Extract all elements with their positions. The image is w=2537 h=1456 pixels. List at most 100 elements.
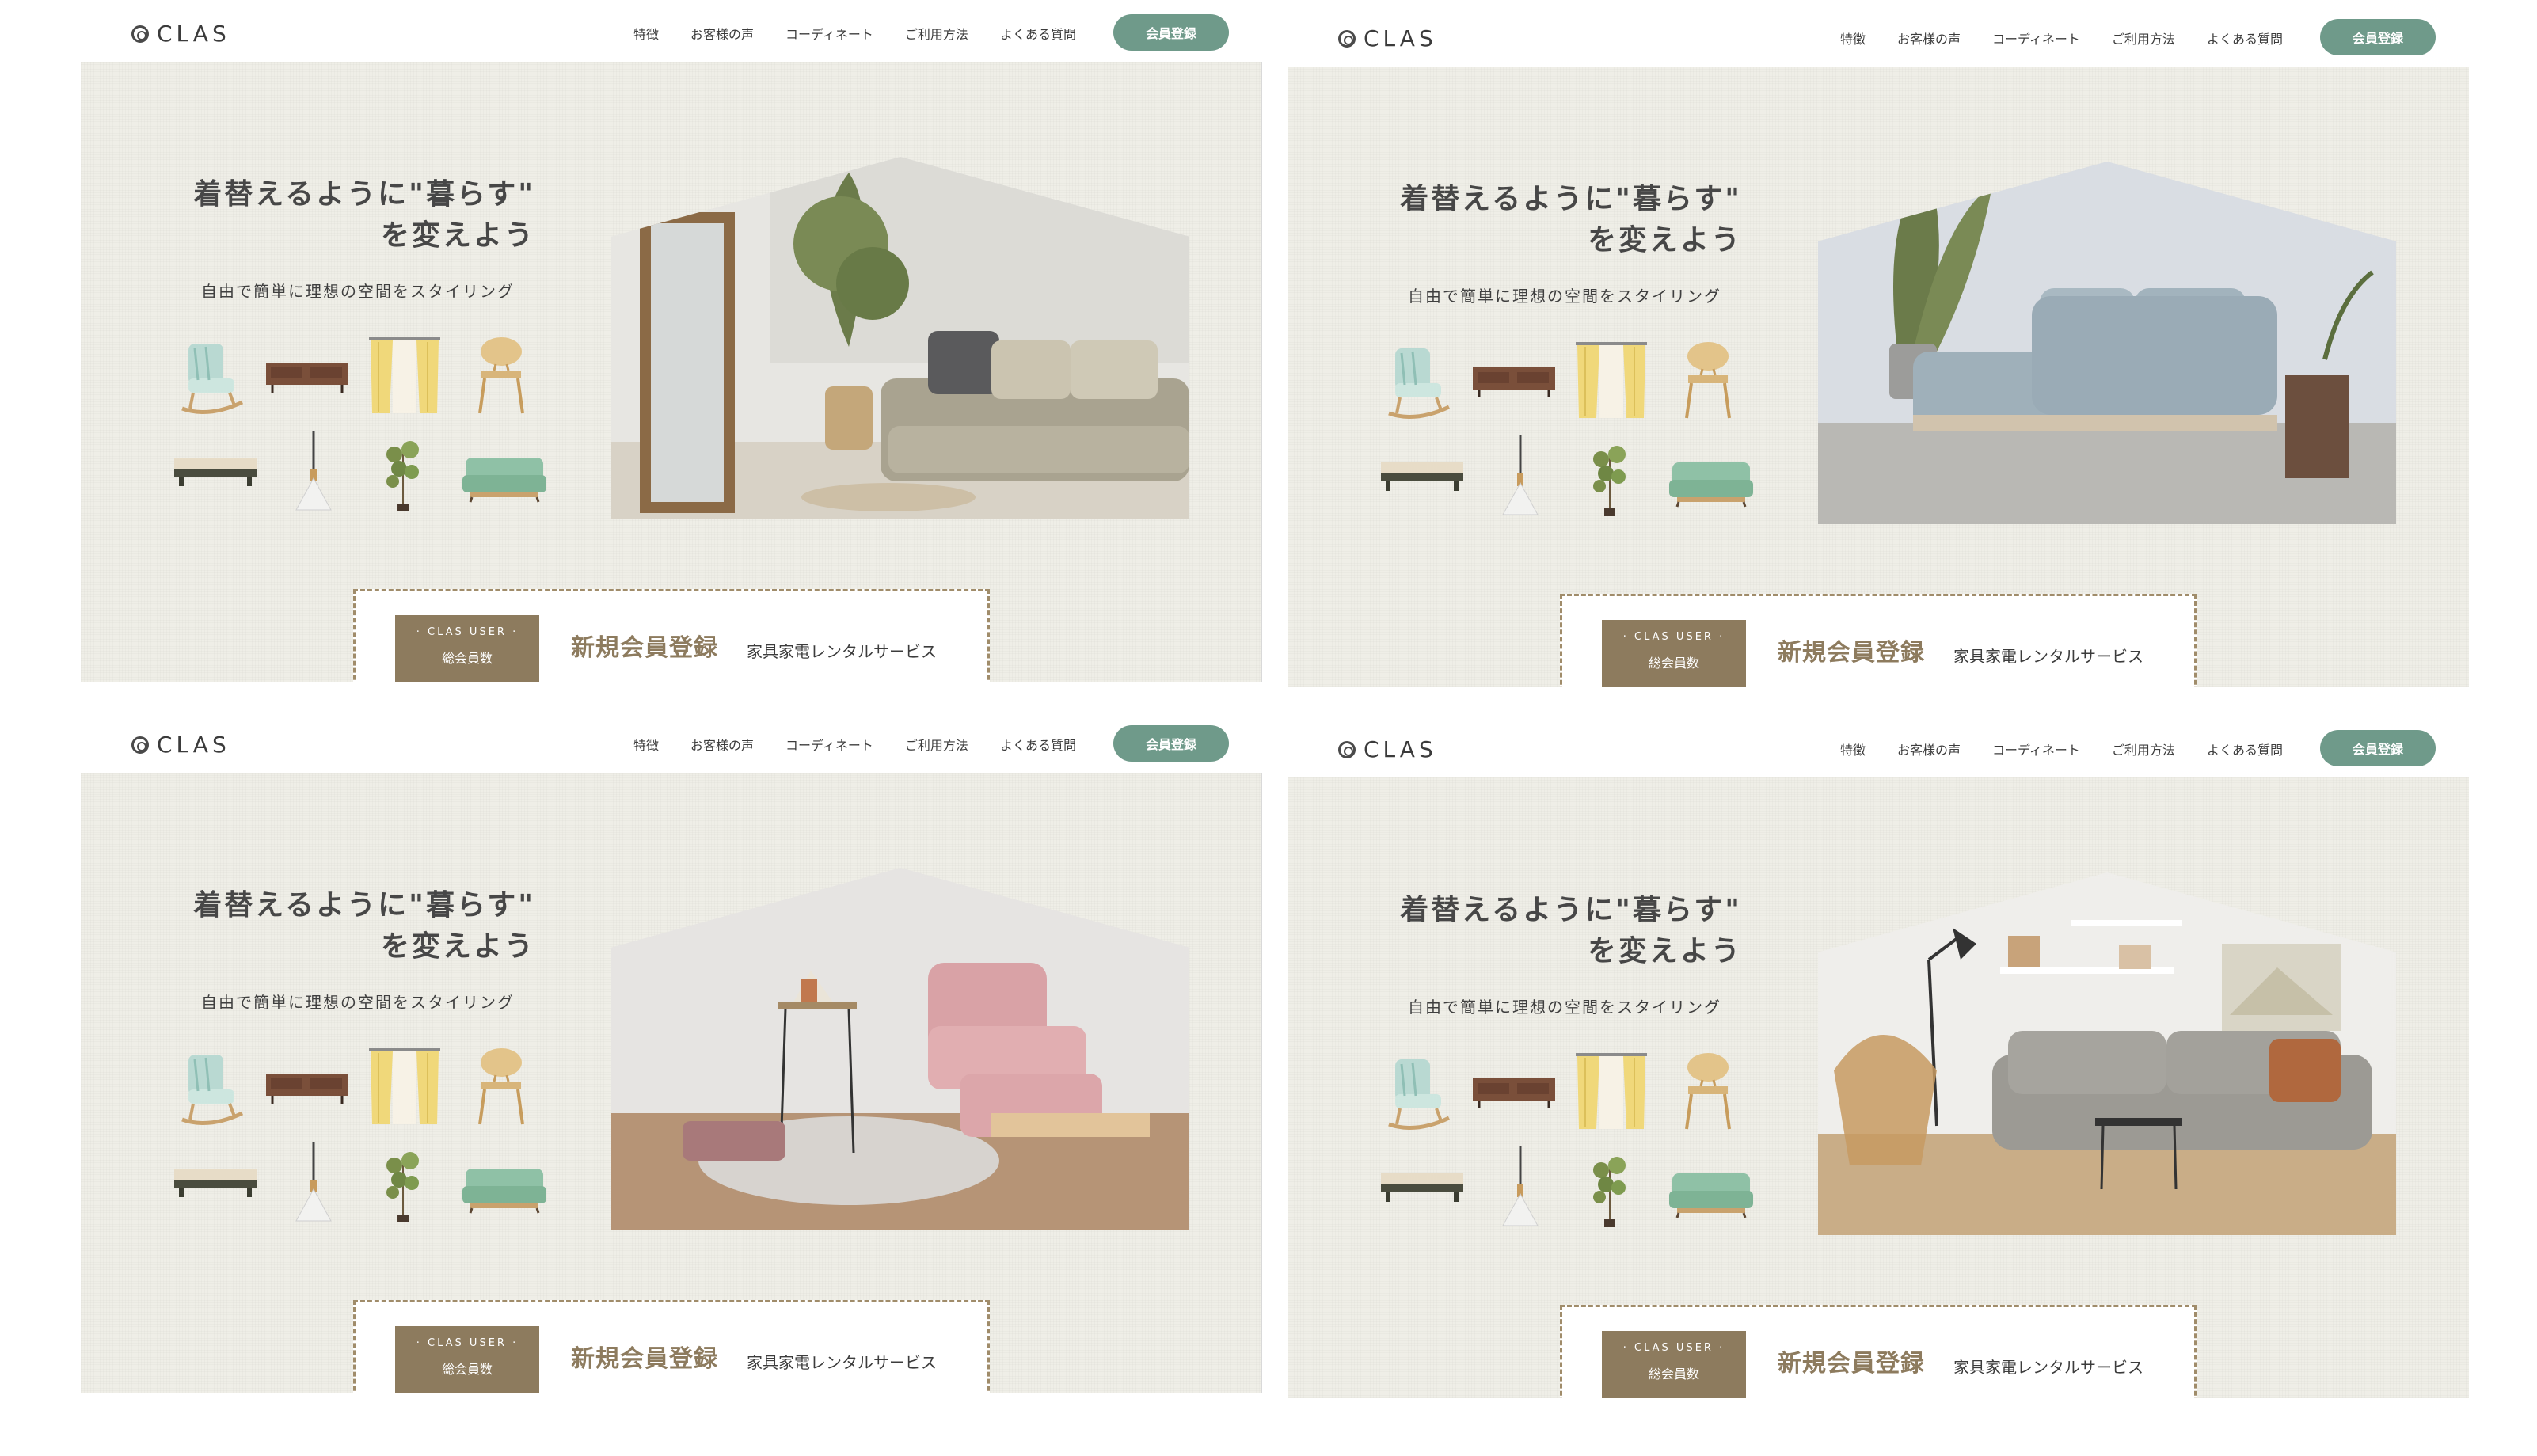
screen-panel-2: CLAS 特徴 お客様の声 コーディネート ご利用方法 よくある質問 会員登録 … — [1288, 0, 2469, 700]
signup-card: · CLAS USER · 総会員数 新規会員登録 家具家電レンタルサービス 1… — [353, 1300, 990, 1393]
nav-item-features[interactable]: 特徴 — [633, 24, 659, 43]
wooden-chair-icon — [1685, 342, 1731, 419]
nav-item-voice[interactable]: お客様の声 — [1897, 29, 1961, 48]
badge-sub: 総会員数 — [441, 1362, 493, 1377]
headline-post: " — [518, 178, 535, 211]
nav-item-voice[interactable]: お客様の声 — [690, 735, 754, 754]
screen-panel-3: CLAS 特徴 お客様の声 コーディネート ご利用方法 よくある質問 会員登録 … — [81, 711, 1262, 1411]
hero-headline: 着替えるように"暮らす" を変えよう — [1394, 179, 1742, 261]
green-sofa-icon — [1669, 462, 1753, 508]
site-header: CLAS 特徴 お客様の声 コーディネート ご利用方法 よくある質問 会員登録 — [1288, 5, 2469, 67]
nav-item-voice[interactable]: お客様の声 — [690, 24, 754, 43]
nav-item-coordinate[interactable]: コーディネート — [1992, 29, 2080, 48]
furniture-collage — [171, 336, 548, 518]
headline-post: " — [1725, 894, 1742, 926]
headline-pre: 着替えるように" — [1400, 894, 1633, 926]
headline-line2: を変えよう — [1587, 224, 1742, 257]
badge-sub: 総会員数 — [441, 651, 493, 666]
user-count-badge: · CLAS USER · 総会員数 — [395, 615, 539, 682]
pendant-lamp-icon — [1502, 1146, 1539, 1226]
badge-sub: 総会員数 — [1648, 1367, 1699, 1382]
curtain-icon — [1576, 342, 1647, 418]
signup-text: 家具家電レンタルサービス — [1953, 647, 2143, 666]
blue-grey-couch-sofa — [1818, 162, 2396, 524]
green-sofa-icon — [462, 458, 546, 503]
site-logo[interactable]: CLAS — [1338, 736, 1437, 762]
pendant-lamp-icon — [295, 431, 332, 511]
headline-line2: を変えよう — [380, 219, 535, 252]
wooden-chair-icon — [478, 337, 524, 414]
badge-top: · CLAS USER · — [416, 626, 519, 638]
headline-emph: 暮らす — [1632, 183, 1725, 215]
big-number: 10 — [574, 677, 637, 682]
badge-top: · CLAS USER · — [416, 1337, 519, 1349]
nav-item-features[interactable]: 特徴 — [1840, 739, 1866, 758]
hero-section: 着替えるように"暮らす" を変えよう 自由で簡単に理想の空間をスタイリング · … — [81, 773, 1262, 1393]
nav-item-features[interactable]: 特徴 — [1840, 29, 1866, 48]
site-logo[interactable]: CLAS — [131, 21, 230, 47]
nav-item-coordinate[interactable]: コーディネート — [785, 735, 873, 754]
site-logo[interactable]: CLAS — [131, 732, 230, 758]
headline-pre: 着替えるように" — [1400, 183, 1633, 215]
badge-top: · CLAS USER · — [1622, 1342, 1725, 1354]
signup-button[interactable]: 会員登録 — [1113, 14, 1229, 51]
signup-button[interactable]: 会員登録 — [2320, 19, 2436, 55]
screen-panel-1: CLAS 特徴 お客様の声 コーディネート ご利用方法 よくある質問 会員登録 … — [81, 0, 1262, 700]
nav-item-coordinate[interactable]: コーディネート — [785, 24, 873, 43]
main-nav: 特徴 お客様の声 コーディネート ご利用方法 よくある質問 — [1840, 739, 2283, 758]
rocking-chair-icon — [1388, 348, 1451, 419]
signup-button[interactable]: 会員登録 — [1113, 725, 1229, 762]
low-table-icon — [174, 458, 257, 486]
logo-text: CLAS — [157, 732, 230, 758]
nav-item-howto[interactable]: ご利用方法 — [905, 24, 968, 43]
rocking-chair-icon — [181, 344, 244, 414]
furniture-collage — [1378, 1051, 1755, 1234]
green-sofa-icon — [1669, 1173, 1753, 1218]
big-number: 10 — [1781, 682, 1843, 687]
signup-title[interactable]: 新規会員登録 — [1778, 1344, 1925, 1378]
site-header: CLAS 特徴 お客様の声 コーディネート ご利用方法 よくある質問 会員登録 — [1288, 716, 2469, 777]
logo-mark-icon — [1338, 740, 1356, 758]
nav-item-faq[interactable]: よくある質問 — [1000, 24, 1076, 43]
hero-photo — [611, 157, 1189, 519]
nav-item-voice[interactable]: お客様の声 — [1897, 739, 1961, 758]
main-nav: 特徴 お客様の声 コーディネート ご利用方法 よくある質問 — [633, 735, 1076, 754]
living-room-beige-sofa — [611, 157, 1189, 519]
headline-pre: 着替えるように" — [193, 889, 426, 922]
headline-emph: 暮らす — [425, 178, 519, 211]
main-nav: 特徴 お客様の声 コーディネート ご利用方法 よくある質問 — [1840, 29, 2283, 48]
tv-board-icon — [1473, 1078, 1555, 1108]
rocking-chair-icon — [181, 1055, 244, 1125]
nav-item-faq[interactable]: よくある質問 — [2207, 29, 2283, 48]
signup-title[interactable]: 新規会員登録 — [571, 628, 718, 663]
headline-line2: を変えよう — [1587, 935, 1742, 967]
signup-title[interactable]: 新規会員登録 — [571, 1339, 718, 1374]
tv-board-icon — [266, 1074, 348, 1104]
rocking-chair-icon — [1388, 1059, 1451, 1130]
hero-subcopy: 自由で簡単に理想の空間をスタイリング — [1408, 998, 1721, 1017]
signup-text: 家具家電レンタルサービス — [747, 642, 937, 661]
nav-item-faq[interactable]: よくある質問 — [1000, 735, 1076, 754]
nav-item-features[interactable]: 特徴 — [633, 735, 659, 754]
furniture-collage — [171, 1047, 548, 1229]
headline-post: " — [518, 889, 535, 922]
signup-title[interactable]: 新規会員登録 — [1778, 633, 1925, 667]
signup-card: · CLAS USER · 総会員数 新規会員登録 家具家電レンタルサービス 1… — [1560, 1305, 2197, 1398]
hero-photo — [1818, 872, 2396, 1235]
signup-text: 家具家電レンタルサービス — [747, 1353, 937, 1372]
nav-item-coordinate[interactable]: コーディネート — [1992, 739, 2080, 758]
user-count-badge: · CLAS USER · 総会員数 — [395, 1326, 539, 1393]
headline-pre: 着替えるように" — [193, 178, 426, 211]
hero-headline: 着替えるように"暮らす" を変えよう — [1394, 890, 1742, 972]
badge-sub: 総会員数 — [1648, 656, 1699, 671]
furniture-collage — [1378, 340, 1755, 523]
hero-subcopy: 自由で簡単に理想の空間をスタイリング — [1408, 287, 1721, 306]
nav-item-howto[interactable]: ご利用方法 — [905, 735, 968, 754]
green-sofa-icon — [462, 1169, 546, 1214]
nav-item-faq[interactable]: よくある質問 — [2207, 739, 2283, 758]
site-logo[interactable]: CLAS — [1338, 25, 1437, 51]
signup-button[interactable]: 会員登録 — [2320, 730, 2436, 766]
hero-section: 着替えるように"暮らす" を変えよう 自由で簡単に理想の空間をスタイリング · … — [1288, 777, 2469, 1398]
nav-item-howto[interactable]: ご利用方法 — [2112, 739, 2175, 758]
nav-item-howto[interactable]: ご利用方法 — [2112, 29, 2175, 48]
